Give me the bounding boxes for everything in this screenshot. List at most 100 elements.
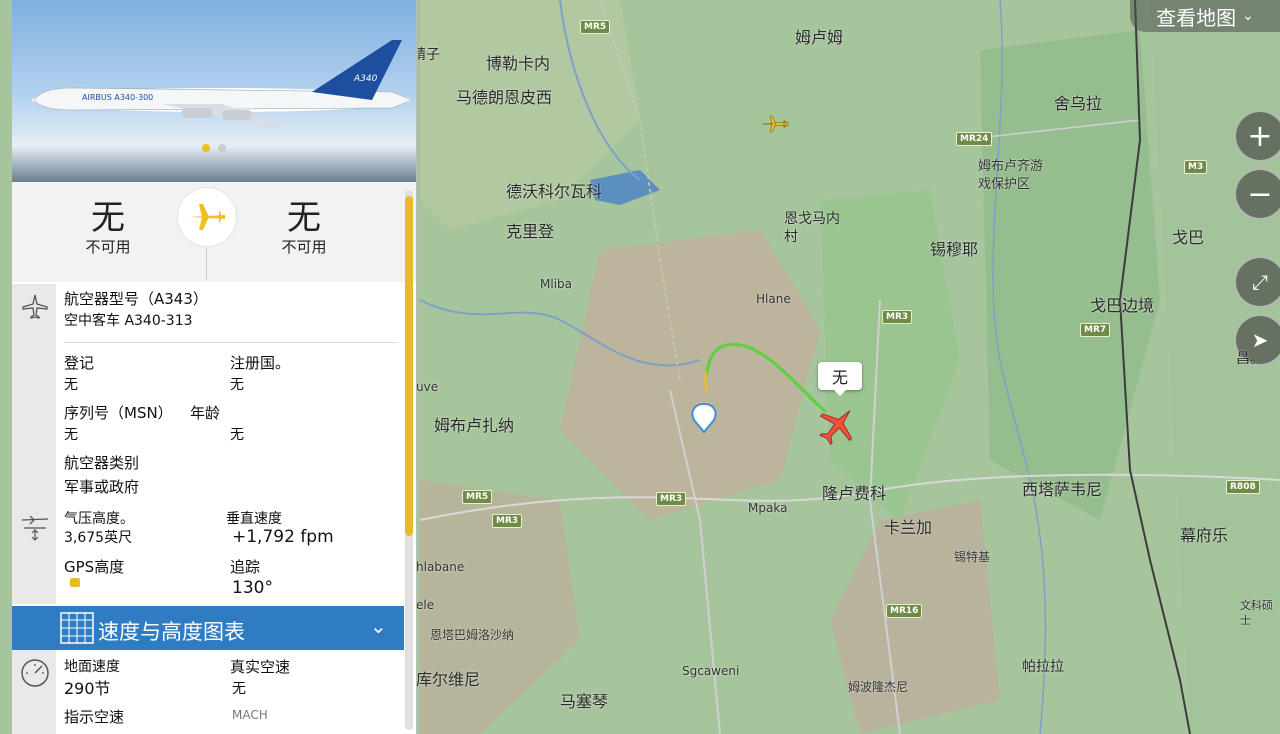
route-divider	[206, 248, 207, 280]
road-shield: MR24	[956, 132, 993, 146]
road-shield: M3	[1184, 160, 1208, 174]
place-label: 德沃科尔瓦科	[506, 182, 603, 201]
place-label: 姆布卢齐游 戏保护区	[978, 159, 1044, 192]
carousel-dot-active[interactable]	[202, 144, 210, 152]
gps-altitude-label: GPS高度	[64, 558, 125, 576]
place-label: 博勒卡内	[486, 54, 551, 73]
carousel-dot[interactable]	[218, 144, 226, 152]
place-label: uve	[416, 380, 439, 394]
place-label: 帕拉拉	[1022, 659, 1064, 675]
place-label: 马德朗恩皮西	[456, 88, 553, 107]
plus-icon: +	[1247, 118, 1273, 154]
msn-label: 序列号（MSN）	[64, 404, 173, 422]
lock-icon	[70, 578, 80, 587]
baro-altitude-label: 气压高度。	[64, 511, 134, 527]
road-shield: MR16	[886, 604, 923, 618]
registration-value: 无	[64, 377, 78, 393]
minus-icon: −	[1247, 176, 1273, 212]
ground-speed-value: 290节	[64, 679, 111, 698]
aircraft-type-label: 航空器型号（A343）	[64, 290, 208, 308]
altitude-section-sidebar	[12, 504, 56, 604]
msn-value: 无	[64, 427, 78, 443]
true-airspeed-value: 无	[232, 681, 246, 697]
speedometer-icon	[21, 659, 49, 687]
zoom-in-button[interactable]: +	[1234, 110, 1280, 162]
true-airspeed-label: 真实空速	[230, 658, 291, 676]
place-label: 马塞琴	[560, 692, 609, 711]
place-label: 文科硕 士	[1240, 599, 1273, 627]
place-label: ele	[416, 598, 435, 612]
place-label: 西塔萨韦尼	[1022, 480, 1103, 499]
fullscreen-button[interactable]: ⤢	[1234, 256, 1280, 308]
origin-status: 不可用	[85, 238, 131, 256]
altitude-icon	[21, 515, 49, 541]
origin-code: 无	[91, 198, 125, 238]
aircraft-photo[interactable]: AIRBUS A340-300 A340	[12, 0, 416, 182]
place-label: 隆卢费科	[822, 484, 887, 503]
place-label: 库尔维尼	[416, 670, 481, 689]
place-label: Sgcaweni	[682, 664, 740, 678]
place-label: 锡穆耶	[930, 240, 979, 259]
aircraft-callsign-tag: 无	[818, 362, 862, 396]
country-value: 无	[230, 377, 244, 393]
zoom-out-button[interactable]: −	[1234, 168, 1280, 220]
age-label: 年龄	[190, 404, 221, 422]
track-label: 追踪	[230, 558, 261, 576]
route-plane-badge	[178, 188, 236, 246]
airplane-icon	[189, 204, 225, 230]
place-label: 恩戈马内 村	[784, 211, 840, 245]
ground-speed-label: 地面速度	[64, 659, 120, 675]
chevron-down-icon: ⌄	[370, 614, 387, 638]
place-label: 戈巴	[1172, 228, 1205, 247]
road-shield: MR5	[580, 20, 611, 34]
livery-text: AIRBUS A340-300	[82, 93, 154, 102]
road-shield: MR5	[462, 490, 493, 504]
airplane-outline-icon	[22, 294, 48, 319]
flight-info-panel: AIRBUS A340-300 A340 无 不可用 无 不可用 航空器型号（A…	[12, 0, 417, 734]
place-label: 恩塔巴姆洛沙纳	[430, 628, 515, 642]
divider	[64, 342, 398, 343]
aircraft-type-value: 空中客车 A340-313	[64, 313, 193, 329]
registration-label: 登记	[64, 354, 95, 372]
road-shield: MR7	[1080, 323, 1111, 337]
place-label: 姆布卢扎纳	[434, 416, 515, 435]
place-label: 姆卢姆	[795, 28, 844, 47]
category-label: 航空器类别	[64, 454, 140, 472]
place-label: Mliba	[540, 277, 572, 291]
panel-scrollbar-thumb[interactable]	[405, 196, 413, 536]
place-label: Mpaka	[748, 501, 788, 515]
vertical-speed-value: +1,792 fpm	[232, 527, 334, 547]
place-label: 卡兰加	[884, 518, 933, 537]
place-label: 幕府乐	[1180, 526, 1229, 545]
place-label: 舍乌拉	[1054, 94, 1103, 113]
destination-status: 不可用	[281, 238, 327, 256]
view-map-button[interactable]: 查看地图 ⌄	[1130, 0, 1280, 32]
selected-aircraft-icon[interactable]	[814, 404, 860, 448]
aircraft-photo-image	[32, 40, 413, 128]
place-label: 昌。	[1236, 351, 1264, 367]
road-shield: MR3	[882, 310, 913, 324]
road-shield: MR3	[656, 492, 687, 506]
road-shield: R808	[1226, 480, 1260, 494]
mach-label: MACH	[232, 708, 268, 722]
road-shield: MR3	[492, 514, 523, 528]
place-label: 姆波隆杰尼	[848, 680, 909, 694]
place-label: hlabane	[416, 560, 465, 574]
fullscreen-icon: ⤢	[1252, 270, 1268, 294]
other-aircraft-icon[interactable]	[760, 112, 790, 136]
speed-altitude-chart-button[interactable]: 速度与高度图表 ⌄	[12, 606, 404, 650]
speed-section-sidebar	[12, 650, 56, 734]
age-value: 无	[230, 427, 244, 443]
aircraft-callsign: 无	[831, 368, 848, 387]
chevron-down-icon: ⌄	[1242, 8, 1254, 24]
place-label: Hlane	[756, 292, 791, 306]
category-value: 军事或政府	[64, 478, 140, 496]
route-section: 无 不可用 无 不可用	[12, 182, 416, 282]
vertical-speed-label: 垂直速度	[226, 511, 282, 527]
indicated-airspeed-label: 指示空速	[64, 708, 125, 726]
view-map-label: 查看地图	[1156, 5, 1237, 30]
track-value: 130°	[232, 578, 273, 598]
country-label: 注册国。	[230, 354, 291, 372]
destination-code: 无	[287, 198, 321, 238]
place-label: 克里登	[506, 222, 555, 241]
